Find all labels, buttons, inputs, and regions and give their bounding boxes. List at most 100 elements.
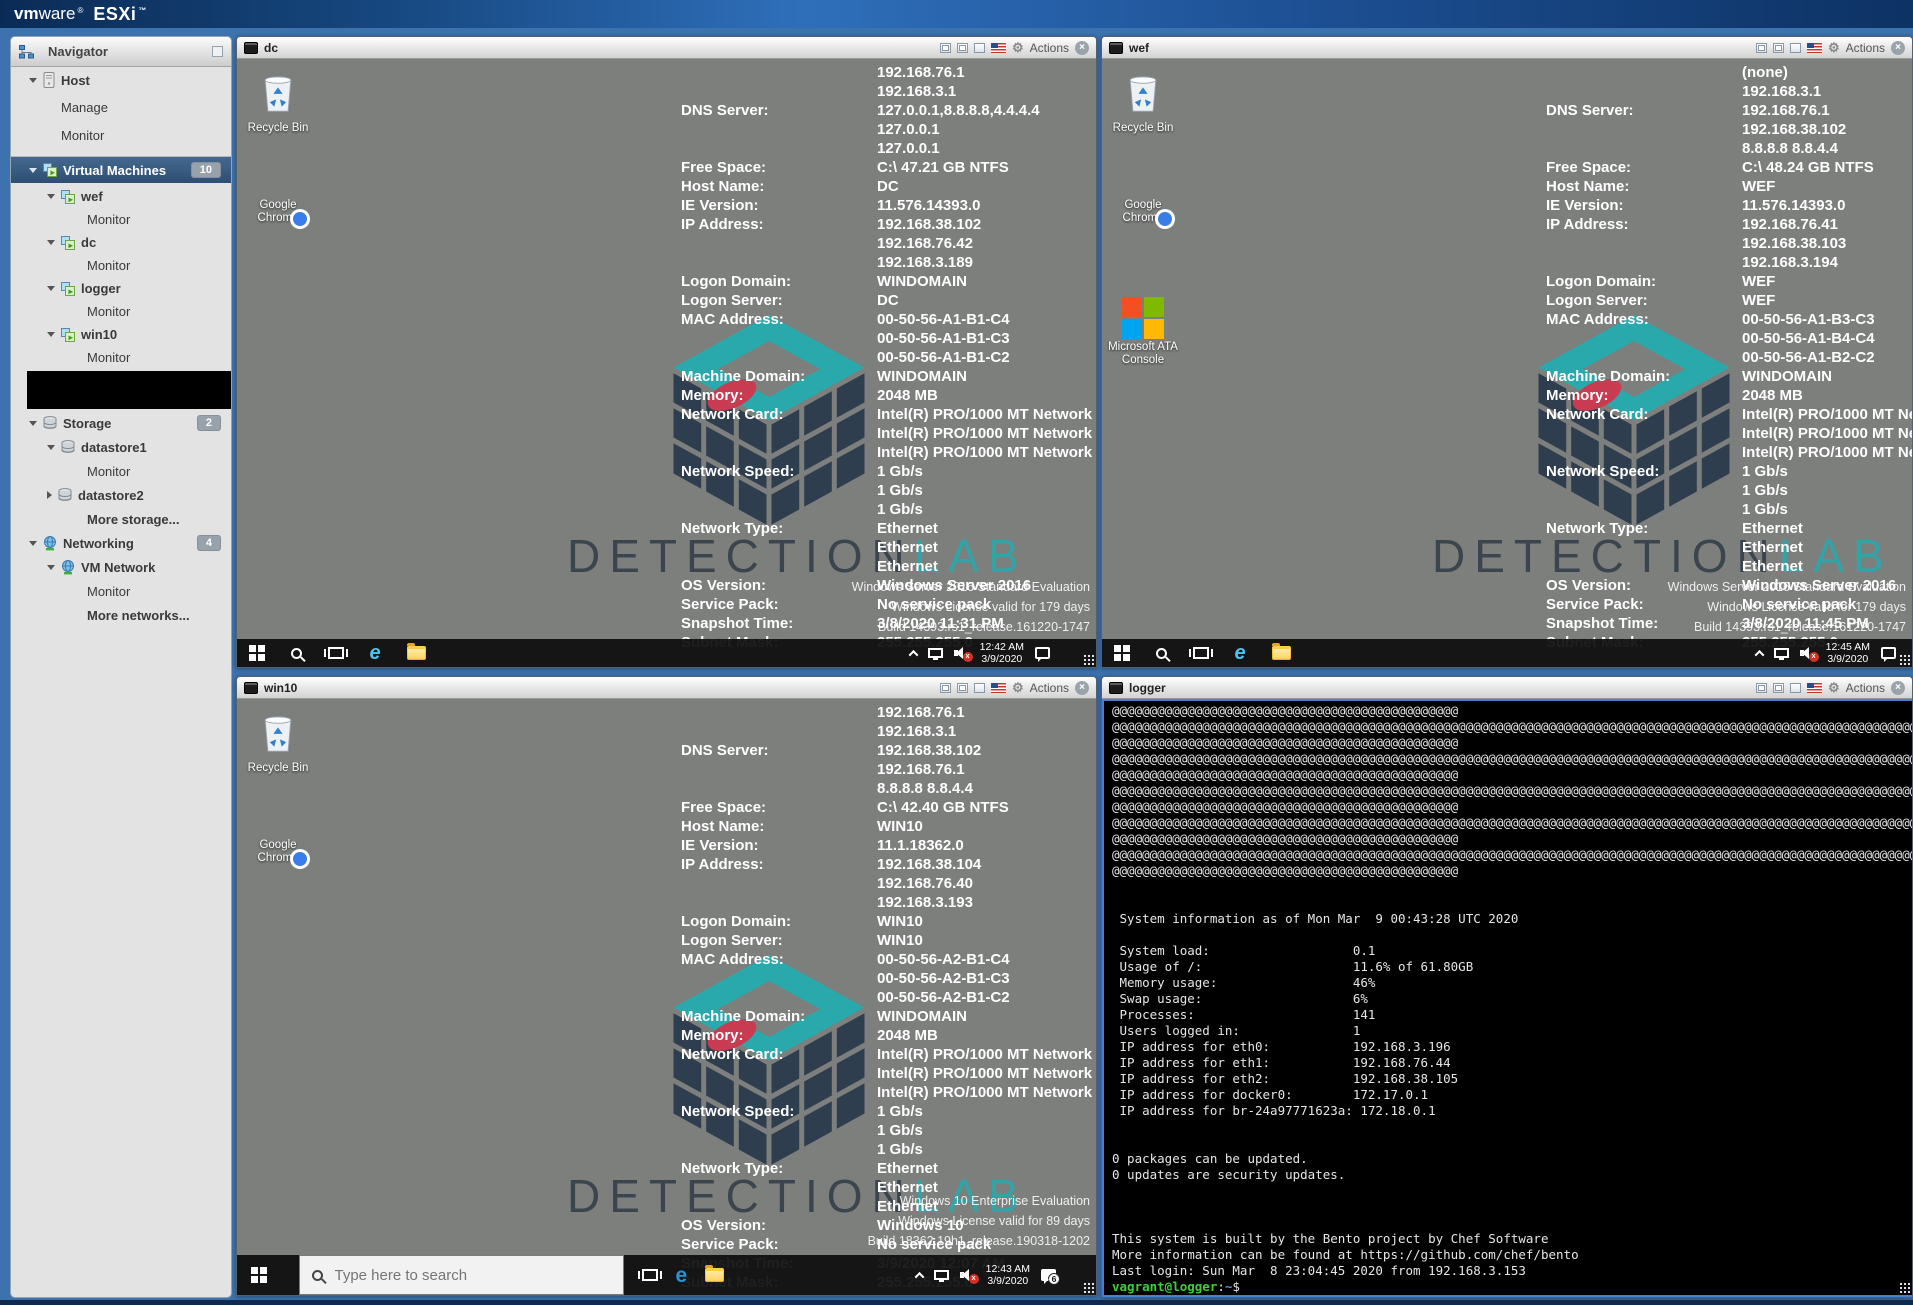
vm-console-screen-wef[interactable]: DETECTIONLAB (none)192.168.3.1DNS Server… <box>1102 59 1912 667</box>
notification-icon[interactable] <box>1035 647 1050 659</box>
internet-explorer-icon[interactable]: e <box>370 643 381 663</box>
window-layout-button[interactable] <box>957 43 968 53</box>
window-layout-button[interactable] <box>940 683 951 693</box>
desktop-icon-recycle-bin[interactable]: Recycle Bin <box>242 69 314 135</box>
sidebar-item-datastore1-monitor[interactable]: Monitor <box>11 459 231 483</box>
resize-grip[interactable] <box>1083 654 1094 665</box>
sidebar-item-win10-monitor[interactable]: Monitor <box>11 346 231 369</box>
window-titlebar-wef[interactable]: wef ⚙ Actions <box>1102 37 1912 59</box>
sidebar-item-vm-logger[interactable]: logger <box>11 277 231 300</box>
sidebar-item-host[interactable]: Host <box>11 67 231 93</box>
chevron-down-icon[interactable] <box>29 421 37 426</box>
file-explorer-icon[interactable] <box>1272 646 1291 660</box>
sidebar-item-datastore2[interactable]: datastore2 <box>11 483 231 507</box>
chevron-right-icon[interactable] <box>47 491 52 499</box>
chevron-up-icon[interactable] <box>914 1271 924 1281</box>
sidebar-item-more-networks[interactable]: More networks... <box>11 603 231 627</box>
volume-muted-icon[interactable] <box>960 1269 975 1281</box>
chevron-down-icon[interactable] <box>47 286 55 291</box>
start-button[interactable] <box>249 645 265 661</box>
vm-taskbar-wef[interactable]: e 12:45 AM3/9/2020 <box>1102 639 1912 667</box>
chevron-down-icon[interactable] <box>29 168 37 173</box>
taskbar-clock[interactable]: 12:45 AM3/9/2020 <box>1826 641 1870 665</box>
network-icon[interactable] <box>928 648 943 658</box>
sidebar-item-network-monitor[interactable]: Monitor <box>11 579 231 603</box>
file-explorer-icon[interactable] <box>407 646 426 660</box>
sidebar-item-more-storage[interactable]: More storage... <box>11 507 231 531</box>
close-icon[interactable] <box>1075 681 1089 695</box>
desktop-icon-microsoft-ata-console[interactable]: Microsoft ATA Console <box>1107 297 1179 367</box>
pin-icon[interactable] <box>212 46 223 57</box>
chevron-down-icon[interactable] <box>47 565 55 570</box>
gear-icon[interactable]: ⚙ <box>1828 681 1840 694</box>
window-layout-button[interactable] <box>957 683 968 693</box>
chevron-down-icon[interactable] <box>29 78 37 83</box>
resize-grip[interactable] <box>1083 1282 1094 1293</box>
window-maximize-button[interactable] <box>1790 683 1801 693</box>
taskbar-search-box[interactable] <box>299 1255 624 1295</box>
window-layout-button[interactable] <box>1756 683 1767 693</box>
vm-console-screen-dc[interactable]: DETECTIONLAB 192.168.76.1192.168.3.1DNS … <box>237 59 1096 667</box>
chevron-down-icon[interactable] <box>47 332 55 337</box>
sidebar-item-dc-monitor[interactable]: Monitor <box>11 254 231 277</box>
desktop-icon-google-chrome[interactable]: Google Chrome <box>1107 197 1179 225</box>
sidebar-item-host-manage[interactable]: Manage <box>11 93 231 121</box>
sidebar-item-vm-network[interactable]: VM Network <box>11 555 231 579</box>
vm-console-terminal-logger[interactable]: @@@@@@@@@@@@@@@@@@@@@@@@@@@@@@@@@@@@@@@@… <box>1102 699 1912 1297</box>
close-icon[interactable] <box>1891 41 1905 55</box>
notification-icon[interactable] <box>1881 647 1896 659</box>
internet-explorer-icon[interactable]: e <box>1235 643 1246 663</box>
sidebar-item-datastore1[interactable]: datastore1 <box>11 435 231 459</box>
desktop-icon-recycle-bin[interactable]: Recycle Bin <box>242 709 314 775</box>
keyboard-layout-flag-icon[interactable] <box>1807 43 1822 53</box>
desktop-icon-google-chrome[interactable]: Google Chrome <box>242 837 314 865</box>
start-button[interactable] <box>251 1267 267 1283</box>
close-icon[interactable] <box>1075 41 1089 55</box>
vm-taskbar-dc[interactable]: e 12:42 AM3/9/2020 <box>237 639 1096 667</box>
actions-menu[interactable]: Actions <box>1846 41 1885 55</box>
actions-menu[interactable]: Actions <box>1030 681 1069 695</box>
actions-menu[interactable]: Actions <box>1030 41 1069 55</box>
window-layout-button[interactable] <box>1756 43 1767 53</box>
network-icon[interactable] <box>934 1270 949 1280</box>
gear-icon[interactable]: ⚙ <box>1012 41 1024 54</box>
task-view-icon[interactable] <box>328 647 344 659</box>
keyboard-layout-flag-icon[interactable] <box>991 43 1006 53</box>
search-input[interactable] <box>333 1266 573 1285</box>
desktop-icon-recycle-bin[interactable]: Recycle Bin <box>1107 69 1179 135</box>
volume-muted-icon[interactable] <box>954 647 969 659</box>
close-icon[interactable] <box>1891 681 1905 695</box>
search-icon[interactable] <box>1153 645 1169 661</box>
resize-grip[interactable] <box>1899 1282 1910 1293</box>
window-titlebar-dc[interactable]: dc ⚙ Actions <box>237 37 1096 59</box>
window-maximize-button[interactable] <box>974 43 985 53</box>
chevron-down-icon[interactable] <box>47 445 55 450</box>
actions-menu[interactable]: Actions <box>1846 681 1885 695</box>
chevron-up-icon[interactable] <box>908 649 918 659</box>
window-layout-button[interactable] <box>1773 43 1784 53</box>
taskbar-clock[interactable]: 12:43 AM3/9/2020 <box>986 1263 1030 1287</box>
sidebar-item-logger-monitor[interactable]: Monitor <box>11 300 231 323</box>
task-view-icon[interactable] <box>642 1269 658 1281</box>
chevron-down-icon[interactable] <box>47 194 55 199</box>
resize-grip[interactable] <box>1899 654 1910 665</box>
desktop-icon-google-chrome[interactable]: Google Chrome <box>242 197 314 225</box>
vm-console-screen-win10[interactable]: DETECTIONLAB 192.168.76.1192.168.3.1DNS … <box>237 699 1096 1295</box>
sidebar-item-networking[interactable]: Networking 4 <box>11 531 231 555</box>
gear-icon[interactable]: ⚙ <box>1012 681 1024 694</box>
chevron-down-icon[interactable] <box>47 240 55 245</box>
sidebar-item-host-monitor[interactable]: Monitor <box>11 121 231 149</box>
network-icon[interactable] <box>1774 648 1789 658</box>
sidebar-item-vm-win10[interactable]: win10 <box>11 323 231 346</box>
chevron-up-icon[interactable] <box>1754 649 1764 659</box>
edge-icon[interactable]: e <box>676 1265 688 1286</box>
file-explorer-icon[interactable] <box>705 1268 724 1282</box>
window-maximize-button[interactable] <box>974 683 985 693</box>
chevron-down-icon[interactable] <box>29 541 37 546</box>
window-layout-button[interactable] <box>1773 683 1784 693</box>
sidebar-item-storage[interactable]: Storage 2 <box>11 411 231 435</box>
sidebar-item-vm-dc[interactable]: dc <box>11 231 231 254</box>
gear-icon[interactable]: ⚙ <box>1828 41 1840 54</box>
start-button[interactable] <box>1114 645 1130 661</box>
sidebar-item-wef-monitor[interactable]: Monitor <box>11 208 231 231</box>
